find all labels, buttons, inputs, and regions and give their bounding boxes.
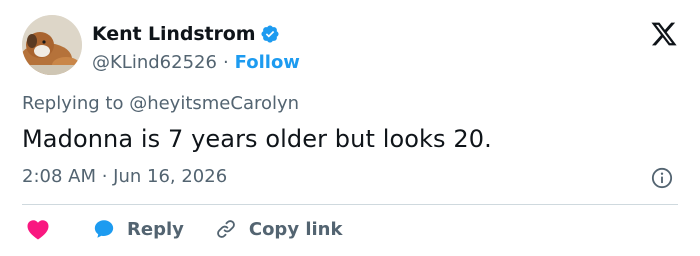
divider (22, 204, 678, 205)
tweet-text: Madonna is 7 years older but looks 20. (22, 125, 492, 153)
follow-button[interactable]: Follow (235, 52, 300, 73)
action-bar: Reply Copy link (26, 216, 342, 242)
info-icon[interactable] (651, 167, 673, 189)
replying-to-label: Replying to (22, 93, 130, 114)
avatar[interactable] (22, 15, 82, 75)
heart-icon (26, 218, 50, 240)
x-logo-icon[interactable] (650, 20, 678, 48)
separator-dot: · (222, 52, 229, 73)
like-button[interactable] (26, 218, 50, 240)
verified-badge-icon (260, 24, 280, 44)
copy-link-label: Copy link (248, 218, 343, 240)
reply-button[interactable]: Reply (50, 218, 184, 240)
author-block: Kent Lindstrom @KLind62526 · Follow (92, 22, 300, 73)
link-icon (215, 218, 237, 240)
tweet-timestamp[interactable]: 2:08 AM · Jun 16, 2026 (22, 166, 227, 187)
replying-to: Replying to @heyitsmeCarolyn (22, 93, 299, 114)
author-display-name[interactable]: Kent Lindstrom (92, 23, 256, 45)
reply-label: Reply (127, 218, 184, 240)
copy-link-button[interactable]: Copy link (184, 218, 343, 240)
reply-mention-link[interactable]: @heyitsmeCarolyn (129, 93, 299, 114)
speech-bubble-icon (93, 218, 115, 240)
author-handle[interactable]: @KLind62526 (92, 52, 217, 73)
